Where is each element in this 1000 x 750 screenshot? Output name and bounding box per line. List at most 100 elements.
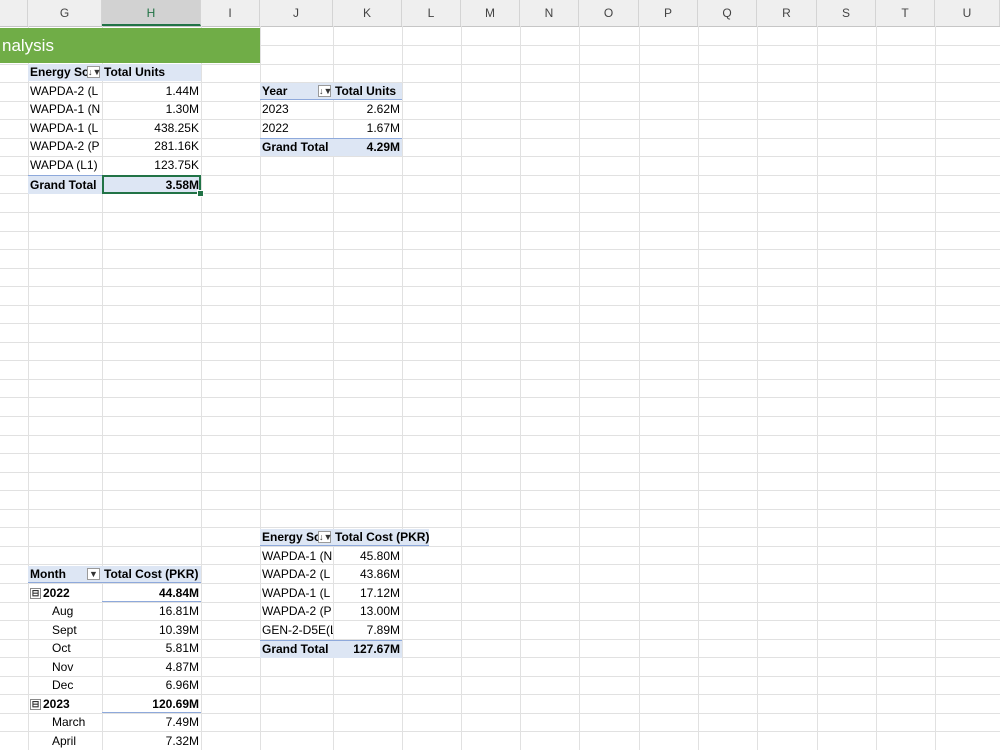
gridline-horizontal (0, 620, 1000, 621)
column-header-p[interactable]: P (639, 0, 698, 26)
pivot-grand-total-label: Grand Total (260, 640, 333, 658)
filter-icon[interactable]: ↓▼ (318, 531, 332, 543)
pivot-row-label[interactable]: WAPDA (L1) (28, 157, 102, 174)
column-header-k[interactable]: K (333, 0, 402, 26)
spreadsheet-grid[interactable]: G H I J K L M N O P Q R S T U nalysis En… (0, 0, 1000, 750)
pivot-row-label[interactable]: Nov (50, 659, 102, 676)
gridline-vertical (520, 26, 521, 750)
pivot-row-label[interactable]: WAPDA-1 (L (260, 585, 333, 602)
selected-cell-grand-total[interactable]: 3.58M (102, 175, 201, 194)
group-label: 2023 (43, 697, 70, 711)
pivot-row-label[interactable]: March (50, 714, 102, 731)
gridline-horizontal (0, 509, 1000, 510)
gridline-horizontal (0, 268, 1000, 269)
pivot-row-label[interactable]: Oct (50, 640, 102, 657)
pivot-header-total-units: Total Units (102, 64, 201, 81)
pivot-row-value[interactable]: 45.80M (333, 548, 402, 565)
pivot-grand-total-value[interactable]: 4.29M (333, 138, 402, 156)
pivot-group-value[interactable]: 44.84M (102, 585, 201, 602)
collapse-icon[interactable]: ⊟ (30, 699, 41, 711)
gridline-vertical (817, 26, 818, 750)
pivot-row-value[interactable]: 7.49M (102, 714, 201, 731)
gridline-vertical (935, 26, 936, 750)
gridline-horizontal (0, 435, 1000, 436)
pivot-row-value[interactable]: 1.67M (333, 120, 402, 137)
fill-handle[interactable] (197, 190, 204, 197)
column-header-bar: G H I J K L M N O P Q R S T U (0, 0, 1000, 27)
pivot-row-label[interactable]: GEN-2-D5E(L (260, 622, 333, 639)
pivot-row-value[interactable]: 1.44M (102, 83, 201, 100)
pivot-row-value[interactable]: 2.62M (333, 101, 402, 118)
column-header-n[interactable]: N (520, 0, 579, 26)
pivot-row-value[interactable]: 7.89M (333, 622, 402, 639)
column-header-g[interactable]: G (28, 0, 102, 26)
pivot-row-value[interactable]: 7.32M (102, 733, 201, 750)
gridline-horizontal (0, 694, 1000, 695)
pivot-row-label[interactable]: WAPDA-2 (L (28, 83, 102, 100)
pivot-row-value[interactable]: 4.87M (102, 659, 201, 676)
pivot-row-label[interactable]: 2023 (260, 101, 333, 118)
column-header-t[interactable]: T (876, 0, 935, 26)
gridline-horizontal (0, 286, 1000, 287)
gridline-horizontal (0, 527, 1000, 528)
pivot-row-value[interactable]: 123.75K (102, 157, 201, 174)
gridline-horizontal (0, 490, 1000, 491)
pivot-row-label[interactable]: Aug (50, 603, 102, 620)
pivot-group-value[interactable]: 120.69M (102, 696, 201, 713)
pivot-row-label[interactable]: WAPDA-2 (P (28, 138, 102, 155)
pivot-row-value[interactable]: 438.25K (102, 120, 201, 137)
column-header-u[interactable]: U (935, 0, 1000, 26)
filter-icon[interactable]: ↓▼ (87, 66, 101, 78)
pivot-row-value[interactable]: 13.00M (333, 603, 402, 620)
column-header-q[interactable]: Q (698, 0, 757, 26)
pivot-grand-total-label: Grand Total (260, 138, 333, 156)
gridline-horizontal (0, 231, 1000, 232)
gridline-horizontal (0, 583, 1000, 584)
column-header-j[interactable]: J (260, 0, 333, 26)
gridline-horizontal (0, 657, 1000, 658)
pivot-group-row[interactable]: ⊟ 2022 (28, 585, 102, 602)
gridline-vertical (639, 26, 640, 750)
column-header-o[interactable]: O (579, 0, 639, 26)
column-header-blank (0, 0, 28, 26)
collapse-icon[interactable]: ⊟ (30, 588, 41, 600)
pivot-row-value[interactable]: 6.96M (102, 677, 201, 694)
gridline-horizontal (0, 397, 1000, 398)
column-header-r[interactable]: R (757, 0, 817, 26)
gridline-horizontal (0, 453, 1000, 454)
gridline-horizontal (0, 731, 1000, 732)
pivot-row-value[interactable]: 17.12M (333, 585, 402, 602)
group-label: 2022 (43, 586, 70, 600)
column-header-s[interactable]: S (817, 0, 876, 26)
pivot-row-label[interactable]: WAPDA-1 (L (28, 120, 102, 137)
pivot-row-label[interactable]: April (50, 733, 102, 750)
pivot-row-label[interactable]: WAPDA-2 (L (260, 566, 333, 583)
pivot-row-label[interactable]: WAPDA-2 (P (260, 603, 333, 620)
pivot-row-label[interactable]: WAPDA-1 (N (28, 101, 102, 118)
pivot-grand-total-value[interactable]: 127.67M (333, 640, 402, 658)
gridline-horizontal (0, 212, 1000, 213)
pivot-row-value[interactable]: 43.86M (333, 566, 402, 583)
column-header-h[interactable]: H (102, 0, 201, 26)
pivot-row-value[interactable]: 5.81M (102, 640, 201, 657)
column-header-l[interactable]: L (402, 0, 461, 26)
sort-desc-icon[interactable]: ↓▼ (318, 85, 332, 97)
pivot-group-row[interactable]: ⊟ 2023 (28, 696, 102, 713)
pivot-row-value[interactable]: 10.39M (102, 622, 201, 639)
pivot-row-label[interactable]: Sept (50, 622, 102, 639)
gridline-horizontal (0, 305, 1000, 306)
pivot-row-value[interactable]: 281.16K (102, 138, 201, 155)
gridline-vertical (876, 26, 877, 750)
dropdown-icon[interactable]: ▼ (87, 568, 100, 580)
gridline-horizontal (0, 472, 1000, 473)
dashboard-title-banner: nalysis (0, 28, 260, 63)
pivot-header-total-cost: Total Cost (PKR) (333, 529, 429, 546)
pivot-row-label[interactable]: 2022 (260, 120, 333, 137)
pivot-row-value[interactable]: 1.30M (102, 101, 201, 118)
pivot-row-label[interactable]: WAPDA-1 (N (260, 548, 333, 565)
gridline-vertical (579, 26, 580, 750)
pivot-row-value[interactable]: 16.81M (102, 603, 201, 620)
column-header-m[interactable]: M (461, 0, 520, 26)
column-header-i[interactable]: I (201, 0, 260, 26)
pivot-row-label[interactable]: Dec (50, 677, 102, 694)
